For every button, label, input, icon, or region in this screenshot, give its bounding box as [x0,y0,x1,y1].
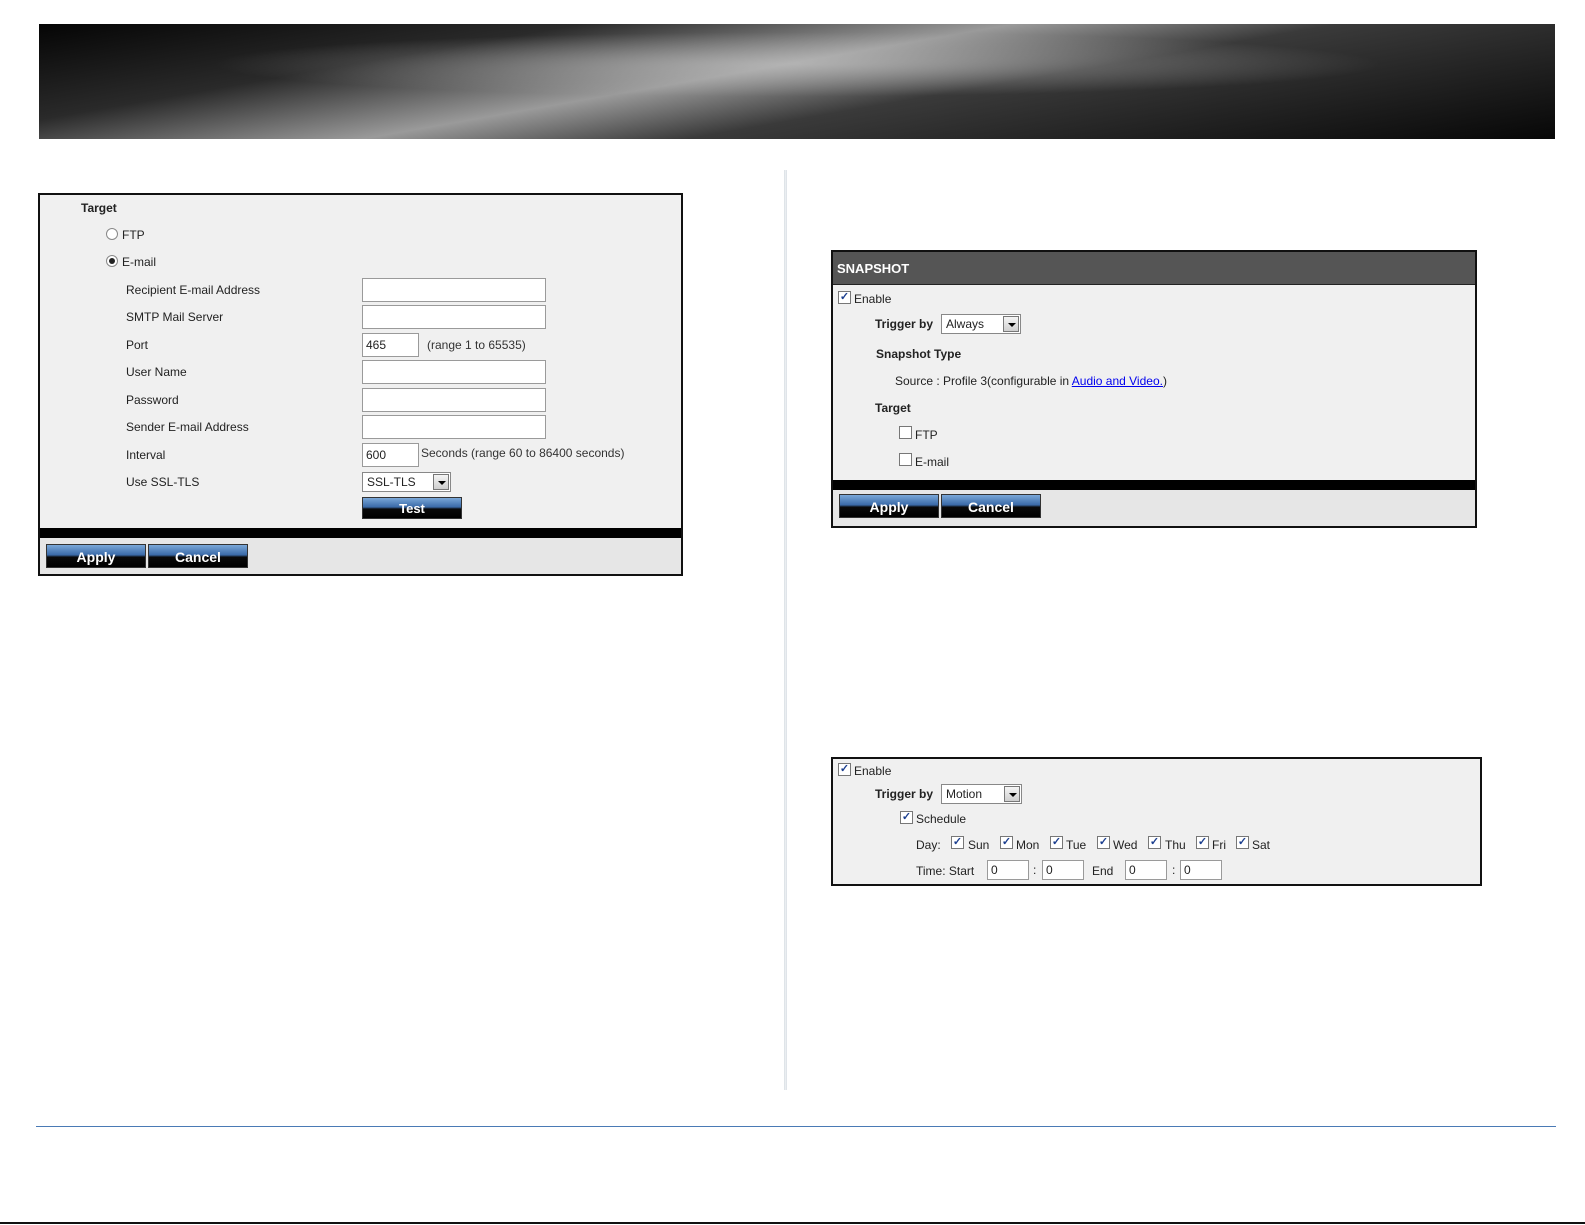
interval-range-hint: Seconds (range 60 to 86400 seconds) [421,446,625,460]
sender-email-label: Sender E-mail Address [126,420,249,434]
interval-input[interactable]: 600 [362,443,419,467]
smtp-server-input[interactable] [362,305,546,329]
day-checkbox-mon[interactable]: ✓ [1000,836,1013,849]
day-label-sat: Sat [1252,838,1271,852]
footer-rule [36,1126,1556,1127]
snapshot-button-bar: Apply Cancel [833,490,1475,526]
page: Target FTP E-mail Recipient E-mail Addre… [0,0,1585,1225]
day-checkbox-sat[interactable]: ✓ [1236,836,1249,849]
username-input[interactable] [362,360,546,384]
snapshot-email-checkbox[interactable] [899,453,912,466]
schedule-checkbox[interactable]: ✓ [900,811,913,824]
email-radio-label: E-mail [122,255,157,269]
end-minute-input[interactable]: 0 [1180,860,1222,880]
username-label: User Name [126,365,187,379]
schedule-enable-checkbox[interactable]: ✓ [838,763,851,776]
end-hour-input[interactable]: 0 [1125,860,1167,880]
snapshot-title: SNAPSHOT [837,261,910,276]
start-time-colon: : [1033,863,1037,877]
port-label: Port [126,338,149,352]
snapshot-divider-bar [833,480,1475,490]
schedule-label: Schedule [916,812,967,826]
start-minute-input[interactable]: 0 [1042,860,1084,880]
ssl-tls-select-value: SSL-TLS [367,475,416,489]
snapshot-ftp-checkbox[interactable] [899,426,912,439]
target-heading: Target [81,201,117,215]
snapshot-source-suffix: ) [1162,374,1167,388]
snapshot-type-label: Snapshot Type [876,347,962,361]
ssl-tls-select[interactable]: SSL-TLS [362,472,451,492]
day-label-fri: Fri [1212,838,1226,852]
day-checkbox-tue[interactable]: ✓ [1050,836,1063,849]
port-input[interactable]: 465 [362,333,419,357]
header-banner [39,24,1555,139]
bottom-rule [0,1222,1585,1224]
chevron-down-icon [433,474,449,490]
snapshot-email-label: E-mail [915,455,950,469]
recipient-email-input[interactable] [362,278,546,302]
snapshot-cancel-button[interactable]: Cancel [941,494,1041,518]
day-label-sun: Sun [968,838,990,852]
sender-email-input[interactable] [362,415,546,439]
schedule-trigger-select[interactable]: Motion [941,784,1022,804]
day-label: Day: [916,838,941,852]
chevron-down-icon [1003,316,1019,332]
schedule-trigger-value: Motion [946,787,983,801]
snapshot-enable-checkbox[interactable]: ✓ [838,291,851,304]
email-target-panel: Target FTP E-mail Recipient E-mail Addre… [38,193,683,576]
day-label-thu: Thu [1165,838,1186,852]
day-label-wed: Wed [1113,838,1138,852]
snapshot-apply-button[interactable]: Apply [839,494,939,518]
apply-button[interactable]: Apply [46,544,146,568]
end-time-colon: : [1172,863,1176,877]
day-label-mon: Mon [1016,838,1040,852]
snapshot-source-text: Source : Profile 3(configurable in Audio… [895,374,1167,388]
snapshot-trigger-label: Trigger by [875,317,934,331]
time-end-label: End [1092,864,1114,878]
schedule-trigger-label: Trigger by [875,787,934,801]
ftp-radio[interactable] [106,228,118,240]
time-start-label: Time: Start [916,864,975,878]
day-label-tue: Tue [1066,838,1087,852]
snapshot-enable-label: Enable [854,292,892,306]
panel-divider-bar [40,528,681,538]
schedule-enable-label: Enable [854,764,892,778]
start-hour-input[interactable]: 0 [987,860,1029,880]
audio-video-link[interactable]: Audio and Video. [1072,374,1163,388]
snapshot-panel: SNAPSHOT ✓ Enable Trigger by Always Snap… [831,250,1477,528]
day-checkbox-sun[interactable]: ✓ [951,836,964,849]
button-bar: Apply Cancel [40,538,681,574]
ssl-tls-label: Use SSL-TLS [126,475,200,489]
smtp-server-label: SMTP Mail Server [126,310,224,324]
snapshot-target-label: Target [875,401,911,415]
schedule-panel: ✓ Enable Trigger by Motion ✓ Schedule Da… [831,757,1482,886]
column-divider [784,170,787,1090]
chevron-down-icon [1004,786,1020,802]
ftp-radio-label: FTP [122,228,145,242]
day-checkbox-thu[interactable]: ✓ [1148,836,1161,849]
test-button[interactable]: Test [362,497,462,519]
port-range-hint: (range 1 to 65535) [427,338,526,352]
snapshot-trigger-value: Always [946,317,985,331]
email-radio[interactable] [106,255,118,267]
password-label: Password [126,393,179,407]
snapshot-source-prefix: Source : Profile 3(configurable in [895,374,1072,388]
snapshot-header: SNAPSHOT [833,252,1475,285]
snapshot-ftp-label: FTP [915,428,938,442]
snapshot-trigger-select[interactable]: Always [941,314,1021,334]
cancel-button[interactable]: Cancel [148,544,248,568]
day-checkbox-fri[interactable]: ✓ [1196,836,1209,849]
interval-label: Interval [126,448,166,462]
recipient-email-label: Recipient E-mail Address [126,283,261,297]
day-checkbox-wed[interactable]: ✓ [1097,836,1110,849]
password-input[interactable] [362,388,546,412]
